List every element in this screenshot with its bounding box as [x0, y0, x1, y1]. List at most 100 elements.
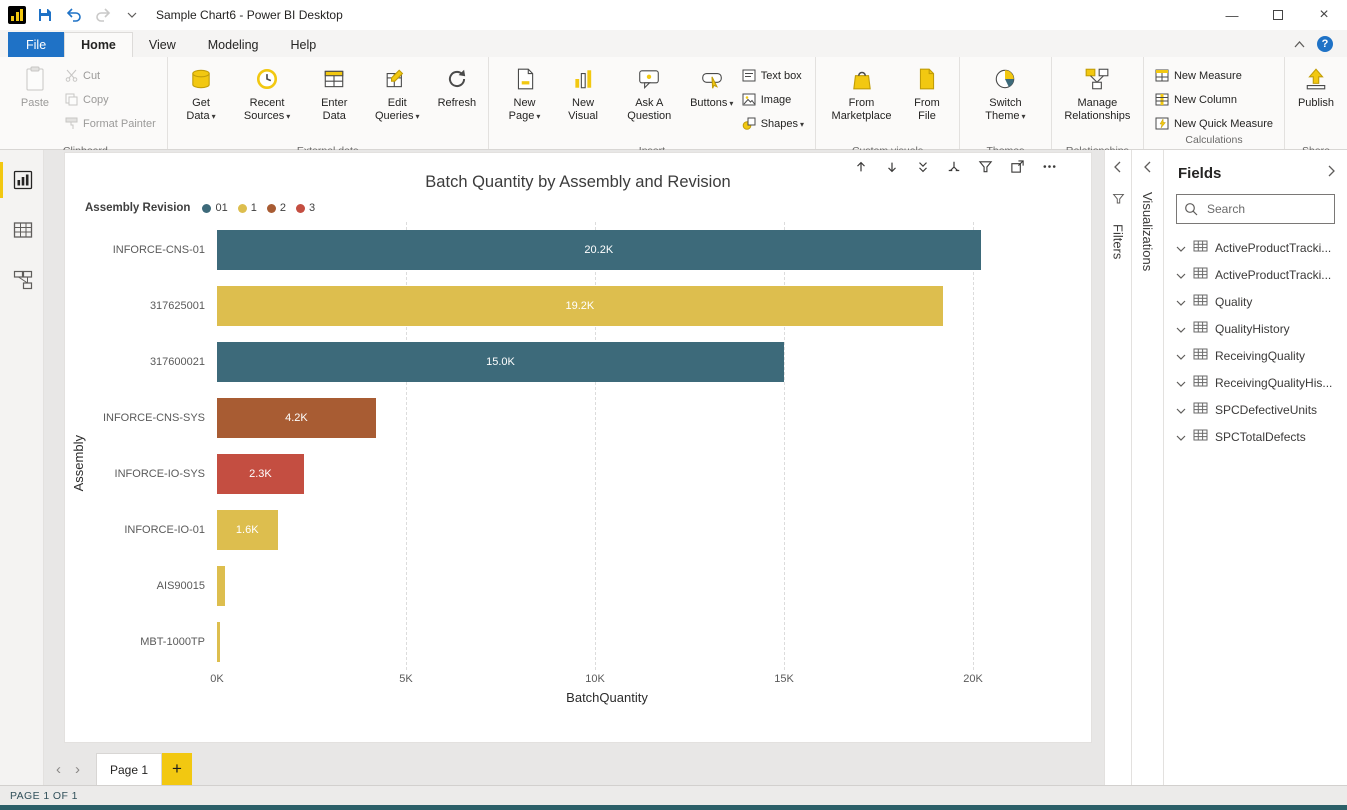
manage-relationships-button[interactable]: Manage Relationships	[1059, 60, 1136, 144]
page-tab-1[interactable]: Page 1	[96, 753, 162, 785]
visual-filter-icon[interactable]	[978, 159, 993, 174]
tab-view[interactable]: View	[133, 32, 192, 57]
legend-item[interactable]: 2	[267, 202, 286, 214]
get-data-button[interactable]: Get Data▾	[175, 60, 228, 144]
from-marketplace-button[interactable]: From Marketplace	[823, 60, 900, 144]
tab-help[interactable]: Help	[275, 32, 333, 57]
paste-button[interactable]: Paste	[11, 60, 59, 144]
legend-item[interactable]: 01	[202, 202, 227, 214]
page-next-arrow[interactable]: ›	[75, 761, 80, 778]
bar-value-label: 15.0K	[486, 356, 515, 368]
tab-modeling[interactable]: Modeling	[192, 32, 275, 57]
bar[interactable]: 19.2K	[217, 286, 943, 326]
chevron-down-icon[interactable]	[1176, 239, 1186, 257]
chevron-down-icon[interactable]	[1176, 320, 1186, 338]
new-page-button[interactable]: New Page▾	[496, 60, 553, 144]
ask-a-question-button[interactable]: Ask A Question	[613, 60, 686, 144]
dropdown-caret-icon: ▾	[415, 112, 419, 121]
cut-button[interactable]: Cut	[61, 66, 160, 85]
switch-theme-button[interactable]: Switch Theme▾	[967, 60, 1044, 144]
help-icon[interactable]: ?	[1317, 36, 1333, 52]
paste-icon	[24, 65, 46, 93]
y-axis-title: Assembly	[71, 435, 86, 491]
recent-sources-button[interactable]: Recent Sources▾	[229, 60, 305, 144]
format-painter-button[interactable]: Format Painter	[61, 114, 160, 133]
bar[interactable]: 1.6K	[217, 510, 278, 550]
bar[interactable]: 4.2K	[217, 398, 376, 438]
page-tab-bar: ‹ › Page 1 +	[44, 753, 1104, 785]
new-quick-measure-button[interactable]: New Quick Measure	[1151, 114, 1277, 133]
field-table-row[interactable]: ReceivingQualityHis...	[1164, 369, 1347, 396]
chevron-down-icon[interactable]	[1176, 266, 1186, 284]
new-page-tab-button[interactable]: +	[162, 753, 192, 785]
report-view-button[interactable]	[0, 162, 44, 198]
minimize-button[interactable]: —	[1209, 0, 1255, 30]
buttons-button[interactable]: Buttons▾	[688, 60, 736, 144]
bar[interactable]	[217, 622, 220, 662]
image-button[interactable]: Image	[738, 90, 808, 109]
field-table-row[interactable]: ActiveProductTracki...	[1164, 261, 1347, 288]
tab-home[interactable]: Home	[64, 32, 133, 57]
category-label: MBT-1000TP	[91, 636, 217, 648]
field-table-row[interactable]: QualityHistory	[1164, 315, 1347, 342]
publish-button[interactable]: Publish	[1292, 60, 1340, 144]
text-box-button[interactable]: Text box	[738, 66, 808, 85]
chevron-down-icon[interactable]	[1176, 293, 1186, 311]
enter-data-button[interactable]: Enter Data	[307, 60, 362, 144]
chevron-down-icon[interactable]	[1176, 374, 1186, 392]
bar[interactable]	[217, 566, 225, 606]
refresh-button[interactable]: Refresh	[433, 60, 481, 144]
legend-item[interactable]: 3	[296, 202, 315, 214]
new-measure-button[interactable]: New Measure	[1151, 66, 1277, 85]
field-table-row[interactable]: SPCTotalDefects	[1164, 423, 1347, 450]
page-prev-arrow[interactable]: ‹	[56, 761, 61, 778]
drill-up-icon[interactable]	[854, 160, 868, 174]
report-canvas[interactable]: Batch Quantity by Assembly and Revision …	[44, 150, 1104, 753]
field-table-row[interactable]: ReceivingQuality	[1164, 342, 1347, 369]
bar[interactable]: 2.3K	[217, 454, 304, 494]
bar-row: INFORCE-CNS-SYS4.2K	[91, 390, 997, 446]
model-view-button[interactable]	[0, 262, 44, 298]
undo-button[interactable]	[64, 5, 84, 25]
new-column-icon	[1155, 93, 1169, 106]
category-label: INFORCE-IO-SYS	[91, 468, 217, 480]
new-column-button[interactable]: New Column	[1151, 90, 1277, 109]
tab-file[interactable]: File	[8, 32, 64, 57]
x-tick-label: 10K	[585, 673, 605, 685]
bar[interactable]: 20.2K	[217, 230, 981, 270]
drill-down-icon[interactable]	[885, 160, 899, 174]
field-table-row[interactable]: Quality	[1164, 288, 1347, 315]
copy-button[interactable]: Copy	[61, 90, 160, 109]
ribbon-collapse-chevron-icon[interactable]	[1294, 35, 1305, 53]
redo-button[interactable]	[93, 5, 113, 25]
edit-queries-button[interactable]: Edit Queries▾	[364, 60, 431, 144]
quick-access-caret-icon[interactable]	[122, 5, 142, 25]
category-label: AIS90015	[91, 580, 217, 592]
field-table-name: SPCDefectiveUnits	[1215, 403, 1317, 417]
legend-item[interactable]: 1	[238, 202, 257, 214]
go-to-next-level-icon[interactable]	[916, 160, 930, 174]
chevron-down-icon[interactable]	[1176, 347, 1186, 365]
filters-expand-chevron-icon[interactable]	[1114, 160, 1122, 178]
new-visual-button[interactable]: New Visual	[555, 60, 611, 144]
save-button[interactable]	[35, 5, 55, 25]
from-file-button[interactable]: From File	[902, 60, 952, 144]
more-options-icon[interactable]	[1042, 159, 1057, 174]
data-view-button[interactable]	[0, 212, 44, 248]
visualizations-expand-chevron-icon[interactable]	[1144, 160, 1152, 178]
fields-search-input[interactable]	[1176, 194, 1335, 224]
maximize-button[interactable]	[1255, 0, 1301, 30]
close-button[interactable]: ×	[1301, 0, 1347, 30]
chevron-down-icon[interactable]	[1176, 428, 1186, 446]
shapes-button[interactable]: Shapes▾	[738, 114, 808, 133]
expand-all-icon[interactable]	[947, 160, 961, 174]
bar[interactable]: 15.0K	[217, 342, 784, 382]
field-table-row[interactable]: ActiveProductTracki...	[1164, 234, 1347, 261]
chevron-down-icon[interactable]	[1176, 401, 1186, 419]
focus-mode-icon[interactable]	[1010, 159, 1025, 174]
visual-card[interactable]: Batch Quantity by Assembly and Revision …	[64, 152, 1092, 743]
ribbon-tab-row: File Home View Modeling Help ?	[0, 30, 1347, 57]
fields-collapse-chevron-icon[interactable]	[1327, 164, 1335, 182]
field-table-row[interactable]: SPCDefectiveUnits	[1164, 396, 1347, 423]
ribbon-group-insert: New Page▾ New Visual Ask A Question	[489, 57, 816, 149]
